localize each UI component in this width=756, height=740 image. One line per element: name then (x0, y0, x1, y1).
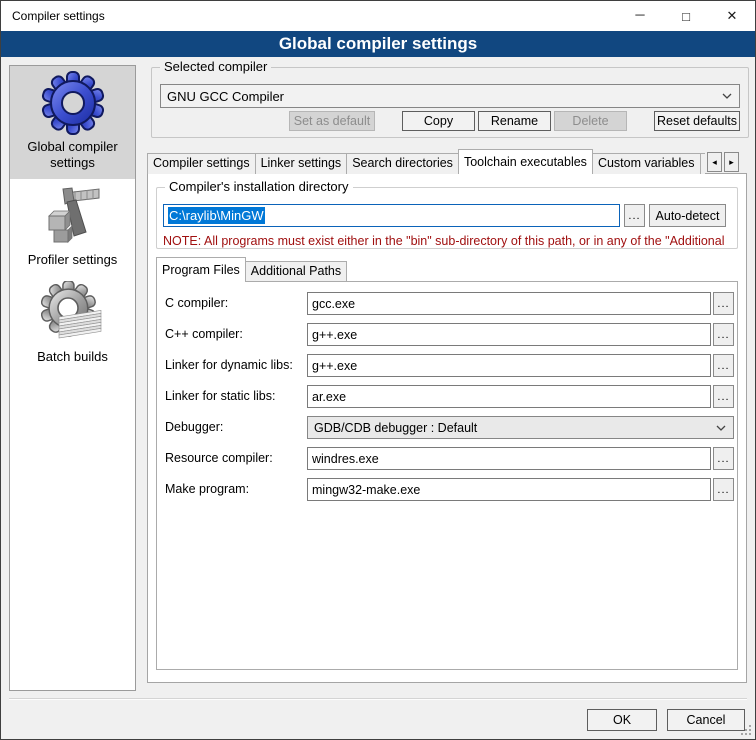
rename-button[interactable]: Rename (478, 111, 551, 131)
title-bar: Compiler settings ─ □ ✕ (1, 1, 755, 31)
resource-compiler-input[interactable]: windres.exe (307, 447, 711, 470)
caption-buttons: ─ □ ✕ (617, 1, 755, 31)
c-compiler-row: C compiler: gcc.exe ... (157, 292, 737, 315)
installation-directory-group: Compiler's installation directory C:\ray… (156, 187, 738, 249)
sidebar-item-label: Global compiler settings (12, 139, 133, 171)
make-program-label: Make program: (165, 478, 309, 501)
sidebar-item-profiler-settings[interactable]: Profiler settings (10, 179, 135, 276)
close-icon: ✕ (727, 8, 738, 24)
dynamic-linker-row: Linker for dynamic libs: g++.exe ... (157, 354, 737, 377)
sidebar-item-batch-builds[interactable]: Batch builds (10, 276, 135, 373)
c-compiler-input[interactable]: gcc.exe (307, 292, 711, 315)
settings-sidebar: Global compiler settings Profiler settin… (9, 65, 136, 691)
set-as-default-button[interactable]: Set as default (289, 111, 375, 131)
compiler-settings-window: Compiler settings ─ □ ✕ Global compiler … (0, 0, 756, 740)
window-title: Compiler settings (1, 9, 105, 23)
c-compiler-browse-button[interactable]: ... (713, 292, 734, 315)
resource-compiler-browse-button[interactable]: ... (713, 447, 734, 470)
ellipsis-icon: ... (717, 360, 729, 372)
minimize-button[interactable]: ─ (617, 1, 663, 31)
make-program-input[interactable]: mingw32-make.exe (307, 478, 711, 501)
chevron-down-icon (716, 425, 726, 431)
delete-button[interactable]: Delete (554, 111, 627, 131)
resource-compiler-label: Resource compiler: (165, 447, 309, 470)
cpp-compiler-row: C++ compiler: g++.exe ... (157, 323, 737, 346)
compiler-select[interactable]: GNU GCC Compiler (160, 84, 740, 108)
subtab-additional-paths[interactable]: Additional Paths (245, 261, 347, 282)
toolchain-executables-panel: Compiler's installation directory C:\ray… (147, 173, 747, 683)
reset-defaults-button[interactable]: Reset defaults (654, 111, 740, 131)
arrow-left-icon: ◂ (712, 157, 717, 168)
footer-divider (9, 698, 747, 700)
cancel-button[interactable]: Cancel (667, 709, 745, 731)
static-linker-input[interactable]: ar.exe (307, 385, 711, 408)
toolchain-subtabs: Program Files Additional Paths (156, 257, 738, 282)
tab-scroll-right-button[interactable]: ▸ (724, 152, 739, 172)
program-files-page: C compiler: gcc.exe ... C++ compiler: g+… (156, 281, 738, 670)
tab-toolchain-executables[interactable]: Toolchain executables (458, 149, 593, 174)
tab-scroll-arrows: ◂ ▸ (705, 152, 739, 172)
tab-scroll-left-button[interactable]: ◂ (707, 152, 722, 172)
debugger-select[interactable]: GDB/CDB debugger : Default (307, 416, 734, 439)
dynamic-linker-label: Linker for dynamic libs: (165, 354, 309, 377)
sidebar-item-label: Profiler settings (28, 252, 118, 268)
selected-compiler-group: Selected compiler GNU GCC Compiler Set a… (151, 67, 749, 138)
maximize-button[interactable]: □ (663, 1, 709, 31)
sidebar-item-label: Batch builds (37, 349, 108, 365)
chevron-down-icon (722, 93, 732, 99)
ellipsis-icon: ... (717, 391, 729, 403)
gray-gear-stack-icon (41, 281, 105, 345)
close-button[interactable]: ✕ (709, 1, 755, 31)
installation-directory-note: NOTE: All programs must exist either in … (163, 234, 735, 248)
selected-compiler-group-label: Selected compiler (160, 59, 271, 75)
arrow-right-icon: ▸ (729, 157, 734, 168)
resize-grip-icon[interactable] (741, 725, 751, 735)
c-compiler-label: C compiler: (165, 292, 309, 315)
ellipsis-icon: ... (717, 453, 729, 465)
tab-linker-settings[interactable]: Linker settings (255, 153, 348, 174)
cpp-compiler-input[interactable]: g++.exe (307, 323, 711, 346)
ellipsis-icon: ... (717, 329, 729, 341)
tab-custom-variables[interactable]: Custom variables (592, 153, 701, 174)
compiler-select-value: GNU GCC Compiler (167, 89, 733, 104)
page-title: Global compiler settings (279, 34, 477, 54)
static-linker-label: Linker for static libs: (165, 385, 309, 408)
ok-button[interactable]: OK (587, 709, 657, 731)
blue-gear-icon (41, 71, 105, 135)
dynamic-linker-browse-button[interactable]: ... (713, 354, 734, 377)
installation-directory-input[interactable]: C:\raylib\MinGW (163, 204, 620, 227)
subtab-program-files[interactable]: Program Files (156, 257, 246, 282)
minimize-icon: ─ (635, 7, 644, 22)
copy-button[interactable]: Copy (402, 111, 475, 131)
installation-directory-browse-button[interactable]: ... (624, 204, 645, 227)
make-program-row: Make program: mingw32-make.exe ... (157, 478, 737, 501)
tab-search-directories[interactable]: Search directories (346, 153, 459, 174)
ellipsis-icon: ... (628, 210, 640, 222)
ellipsis-icon: ... (717, 298, 729, 310)
ellipsis-icon: ... (717, 484, 729, 496)
installation-directory-value: C:\raylib\MinGW (168, 207, 265, 224)
cpp-compiler-label: C++ compiler: (165, 323, 309, 346)
static-linker-browse-button[interactable]: ... (713, 385, 734, 408)
caliper-icon (41, 184, 105, 248)
installation-directory-group-label: Compiler's installation directory (165, 179, 353, 195)
dialog-header: Global compiler settings (1, 31, 755, 57)
tab-compiler-settings[interactable]: Compiler settings (147, 153, 256, 174)
maximize-icon: □ (682, 9, 690, 24)
cpp-compiler-browse-button[interactable]: ... (713, 323, 734, 346)
compiler-tabs: Compiler settings Linker settings Search… (147, 149, 705, 174)
static-linker-row: Linker for static libs: ar.exe ... (157, 385, 737, 408)
debugger-select-value: GDB/CDB debugger : Default (314, 421, 727, 435)
dynamic-linker-input[interactable]: g++.exe (307, 354, 711, 377)
make-program-browse-button[interactable]: ... (713, 478, 734, 501)
debugger-row: Debugger: GDB/CDB debugger : Default (157, 416, 737, 439)
resource-compiler-row: Resource compiler: windres.exe ... (157, 447, 737, 470)
debugger-label: Debugger: (165, 416, 309, 439)
auto-detect-button[interactable]: Auto-detect (649, 204, 726, 227)
sidebar-item-global-compiler-settings[interactable]: Global compiler settings (10, 66, 135, 179)
